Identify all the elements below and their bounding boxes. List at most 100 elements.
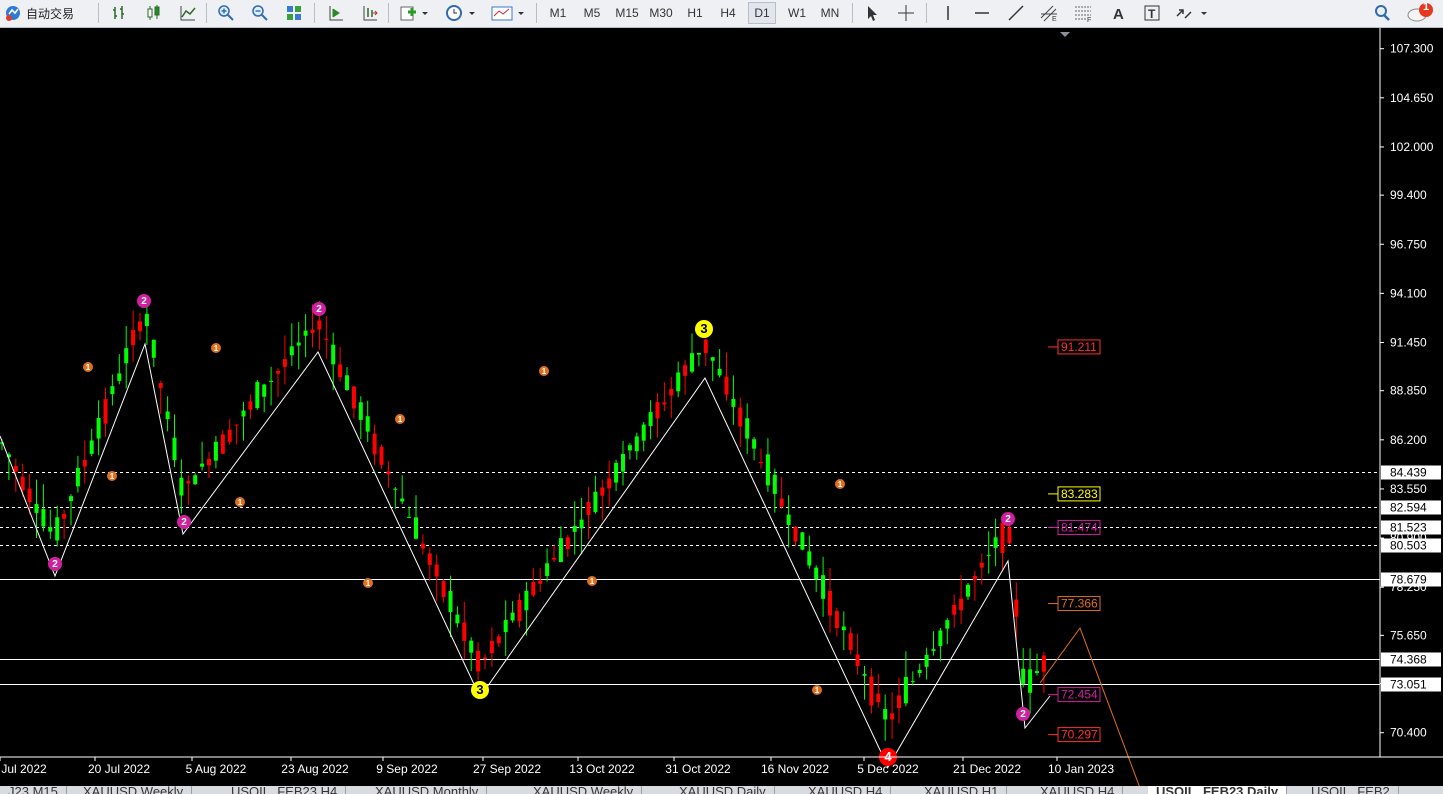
chart-tab[interactable]: XAUUSD,Monthly: [367, 786, 488, 794]
candle-body: [1014, 599, 1019, 617]
wave-1-label: 1: [398, 415, 403, 424]
arrows-button[interactable]: [1172, 2, 1212, 24]
candle-body: [814, 567, 819, 580]
indicators-button[interactable]: [396, 2, 432, 24]
wave-2-label: 2: [141, 296, 147, 307]
timeframe-h1[interactable]: H1: [681, 2, 709, 24]
candle-body: [55, 517, 60, 541]
periods-button[interactable]: [442, 2, 480, 24]
candle-body: [179, 477, 184, 496]
price-axis-label: 107.300: [1390, 42, 1434, 56]
equidistant-channel-button[interactable]: E: [1036, 2, 1062, 24]
zoom-in-button[interactable]: [214, 2, 238, 24]
candle-body: [200, 463, 205, 467]
fibonacci-button[interactable]: F: [1070, 2, 1096, 24]
line-chart-button[interactable]: [176, 2, 200, 24]
chart-tab[interactable]: XAUUSD,H4: [800, 786, 892, 794]
chart-tab[interactable]: J23 M15: [0, 786, 67, 794]
text-tool-button[interactable]: A: [1106, 2, 1130, 24]
candle-body: [724, 376, 729, 395]
timeframe-w1[interactable]: W1: [782, 2, 812, 24]
chart-tab[interactable]: USOIL_FEB23,Daily: [1148, 786, 1288, 794]
crosshair-button[interactable]: [894, 2, 918, 24]
price-axis-label: 86.200: [1390, 433, 1427, 447]
candle-body: [565, 537, 570, 549]
candle-body: [296, 342, 301, 346]
zoom-out-icon: [252, 5, 268, 21]
text-label-button[interactable]: T: [1140, 2, 1164, 24]
candle-body: [489, 641, 494, 654]
candle-body: [289, 346, 294, 356]
timeframe-m30[interactable]: M30: [645, 2, 677, 24]
candle-body: [324, 338, 329, 340]
candlestick-button[interactable]: [142, 2, 166, 24]
candle-body: [676, 372, 681, 392]
bar-chart-icon: [113, 6, 124, 19]
timeframe-m5[interactable]: M5: [577, 2, 607, 24]
chart-tab[interactable]: USOIL_FEB2: [1303, 786, 1399, 794]
add-indicator-icon: [400, 6, 428, 21]
candle-body: [558, 538, 563, 563]
wave-2-label: 2: [316, 304, 322, 315]
candle-body: [400, 498, 405, 502]
cursor-button[interactable]: [860, 2, 884, 24]
candle-body: [745, 418, 750, 439]
chart-tab[interactable]: XAUUSD,H1: [916, 786, 1008, 794]
cursor-arrow-icon: [868, 6, 877, 21]
toolbar-separator: [926, 3, 927, 23]
candle-body: [503, 619, 508, 633]
candle-body: [69, 496, 73, 502]
candlestick-icon: [147, 5, 160, 20]
timeframe-m15[interactable]: M15: [611, 2, 643, 24]
vertical-line-button[interactable]: [936, 2, 960, 24]
chart-tab[interactable]: USOIL_FEB23,H4: [223, 786, 347, 794]
autoscroll-icon: [363, 6, 378, 21]
bar-chart-button[interactable]: [108, 2, 132, 24]
candle-body: [131, 329, 136, 346]
horizontal-line-button[interactable]: [970, 2, 994, 24]
text-a-icon: A: [1113, 6, 1124, 22]
candle-body: [227, 429, 232, 442]
chart-tab[interactable]: XAUUSD,Weekly: [75, 786, 193, 794]
notifications-button[interactable]: 1: [1404, 1, 1436, 24]
templates-button[interactable]: [488, 2, 528, 24]
zoom-out-button[interactable]: [248, 2, 272, 24]
time-axis-label: 13 Oct 2022: [569, 762, 635, 776]
price-chart[interactable]: 2222221111111111334 91.21183.28381.47477…: [0, 28, 1443, 786]
template-icon: [491, 6, 524, 21]
candle-body: [662, 402, 667, 405]
candle-body: [931, 649, 936, 651]
candle-body: [634, 436, 639, 452]
auto-trading-label: 自动交易: [26, 6, 75, 21]
timeframe-mn[interactable]: MN: [815, 2, 845, 24]
level-price-label: 78.679: [1390, 573, 1427, 587]
auto-trading-button[interactable]: 自动交易: [2, 2, 90, 24]
toolbar-separator: [206, 3, 207, 23]
notification-badge: 1: [1422, 1, 1430, 13]
price-axis-label: 104.650: [1390, 91, 1434, 105]
wave-1-label: 1: [214, 344, 219, 353]
candle-body: [1021, 668, 1026, 684]
candle-body: [310, 329, 315, 333]
candle-body: [372, 433, 377, 455]
candle-body: [41, 509, 46, 527]
search-button[interactable]: [1370, 2, 1394, 24]
level-price-label: 80.503: [1390, 539, 1427, 553]
timeframe-d1[interactable]: D1: [748, 2, 776, 24]
trendline-button[interactable]: [1004, 2, 1028, 24]
candle-body: [420, 543, 425, 549]
chart-shift-button[interactable]: [324, 2, 348, 24]
chart-tab[interactable]: XAUUSD,Weekly: [525, 786, 643, 794]
channel-icon: E: [1040, 5, 1057, 22]
candle-body: [876, 693, 881, 703]
chart-tab[interactable]: XAUUSD,H4: [1032, 786, 1124, 794]
price-axis-label: 75.650: [1390, 628, 1427, 642]
tile-windows-button[interactable]: [282, 2, 306, 24]
time-axis-label: 5 Dec 2022: [857, 762, 919, 776]
timeframe-h4[interactable]: H4: [714, 2, 742, 24]
candle-body: [1000, 522, 1005, 553]
wave-1-label: 1: [838, 480, 843, 489]
timeframe-m1[interactable]: M1: [544, 2, 572, 24]
chart-tab[interactable]: XAUUSD,Daily: [671, 786, 775, 794]
autoscroll-button[interactable]: [358, 2, 382, 24]
